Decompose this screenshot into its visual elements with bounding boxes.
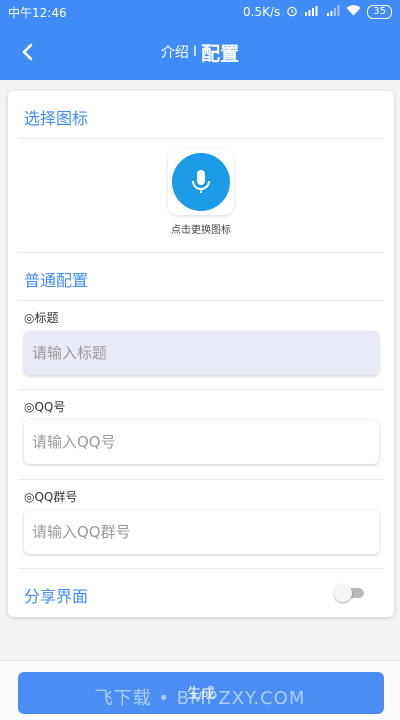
- hd-signal-icon: [304, 5, 320, 19]
- app-bar: 介绍 I 配置: [0, 24, 400, 80]
- divider: [18, 300, 384, 301]
- battery-icon: 35: [367, 5, 392, 19]
- divider: [18, 389, 384, 390]
- icon-picker[interactable]: [168, 149, 234, 215]
- qq-input[interactable]: [24, 420, 379, 464]
- network-speed: 0.5K/s: [243, 5, 281, 19]
- status-bar: 中午12:46 0.5K/s 35: [0, 0, 400, 24]
- title-prefix: 介绍: [160, 45, 189, 61]
- microphone-icon: [192, 170, 210, 193]
- alarm-icon: [286, 5, 298, 20]
- toggle-knob: [334, 584, 352, 602]
- generate-button[interactable]: 生成: [18, 672, 384, 714]
- divider: [18, 252, 384, 253]
- title-input[interactable]: [24, 331, 379, 375]
- status-time: 中午12:46: [8, 5, 67, 20]
- status-icons: 0.5K/s 35: [243, 5, 392, 20]
- signal-icon: [326, 5, 340, 19]
- page-title: 介绍 I 配置: [0, 24, 400, 80]
- divider: [18, 479, 384, 480]
- qq-group-input[interactable]: [24, 510, 379, 554]
- icon-caption: 点击更换图标: [171, 225, 231, 236]
- divider: [18, 138, 384, 139]
- title-field-label: ◎标题: [24, 311, 59, 325]
- share-toggle[interactable]: [334, 584, 366, 602]
- share-label: 分享界面: [24, 587, 89, 606]
- title-separator: I: [192, 44, 198, 60]
- qq-group-field-label: ◎QQ群号: [24, 490, 78, 504]
- icon-section-title: 选择图标: [24, 109, 89, 128]
- app-icon-preview: [172, 153, 230, 211]
- wifi-icon: [346, 5, 361, 19]
- qq-field-label: ◎QQ号: [24, 400, 66, 414]
- divider: [18, 568, 384, 569]
- title-main: 配置: [201, 42, 240, 65]
- config-card: 选择图标 点击更换图标 普通配置 ◎标题 ◎QQ号 ◎QQ群号 分享界面: [8, 91, 394, 617]
- config-section-title: 普通配置: [24, 271, 89, 290]
